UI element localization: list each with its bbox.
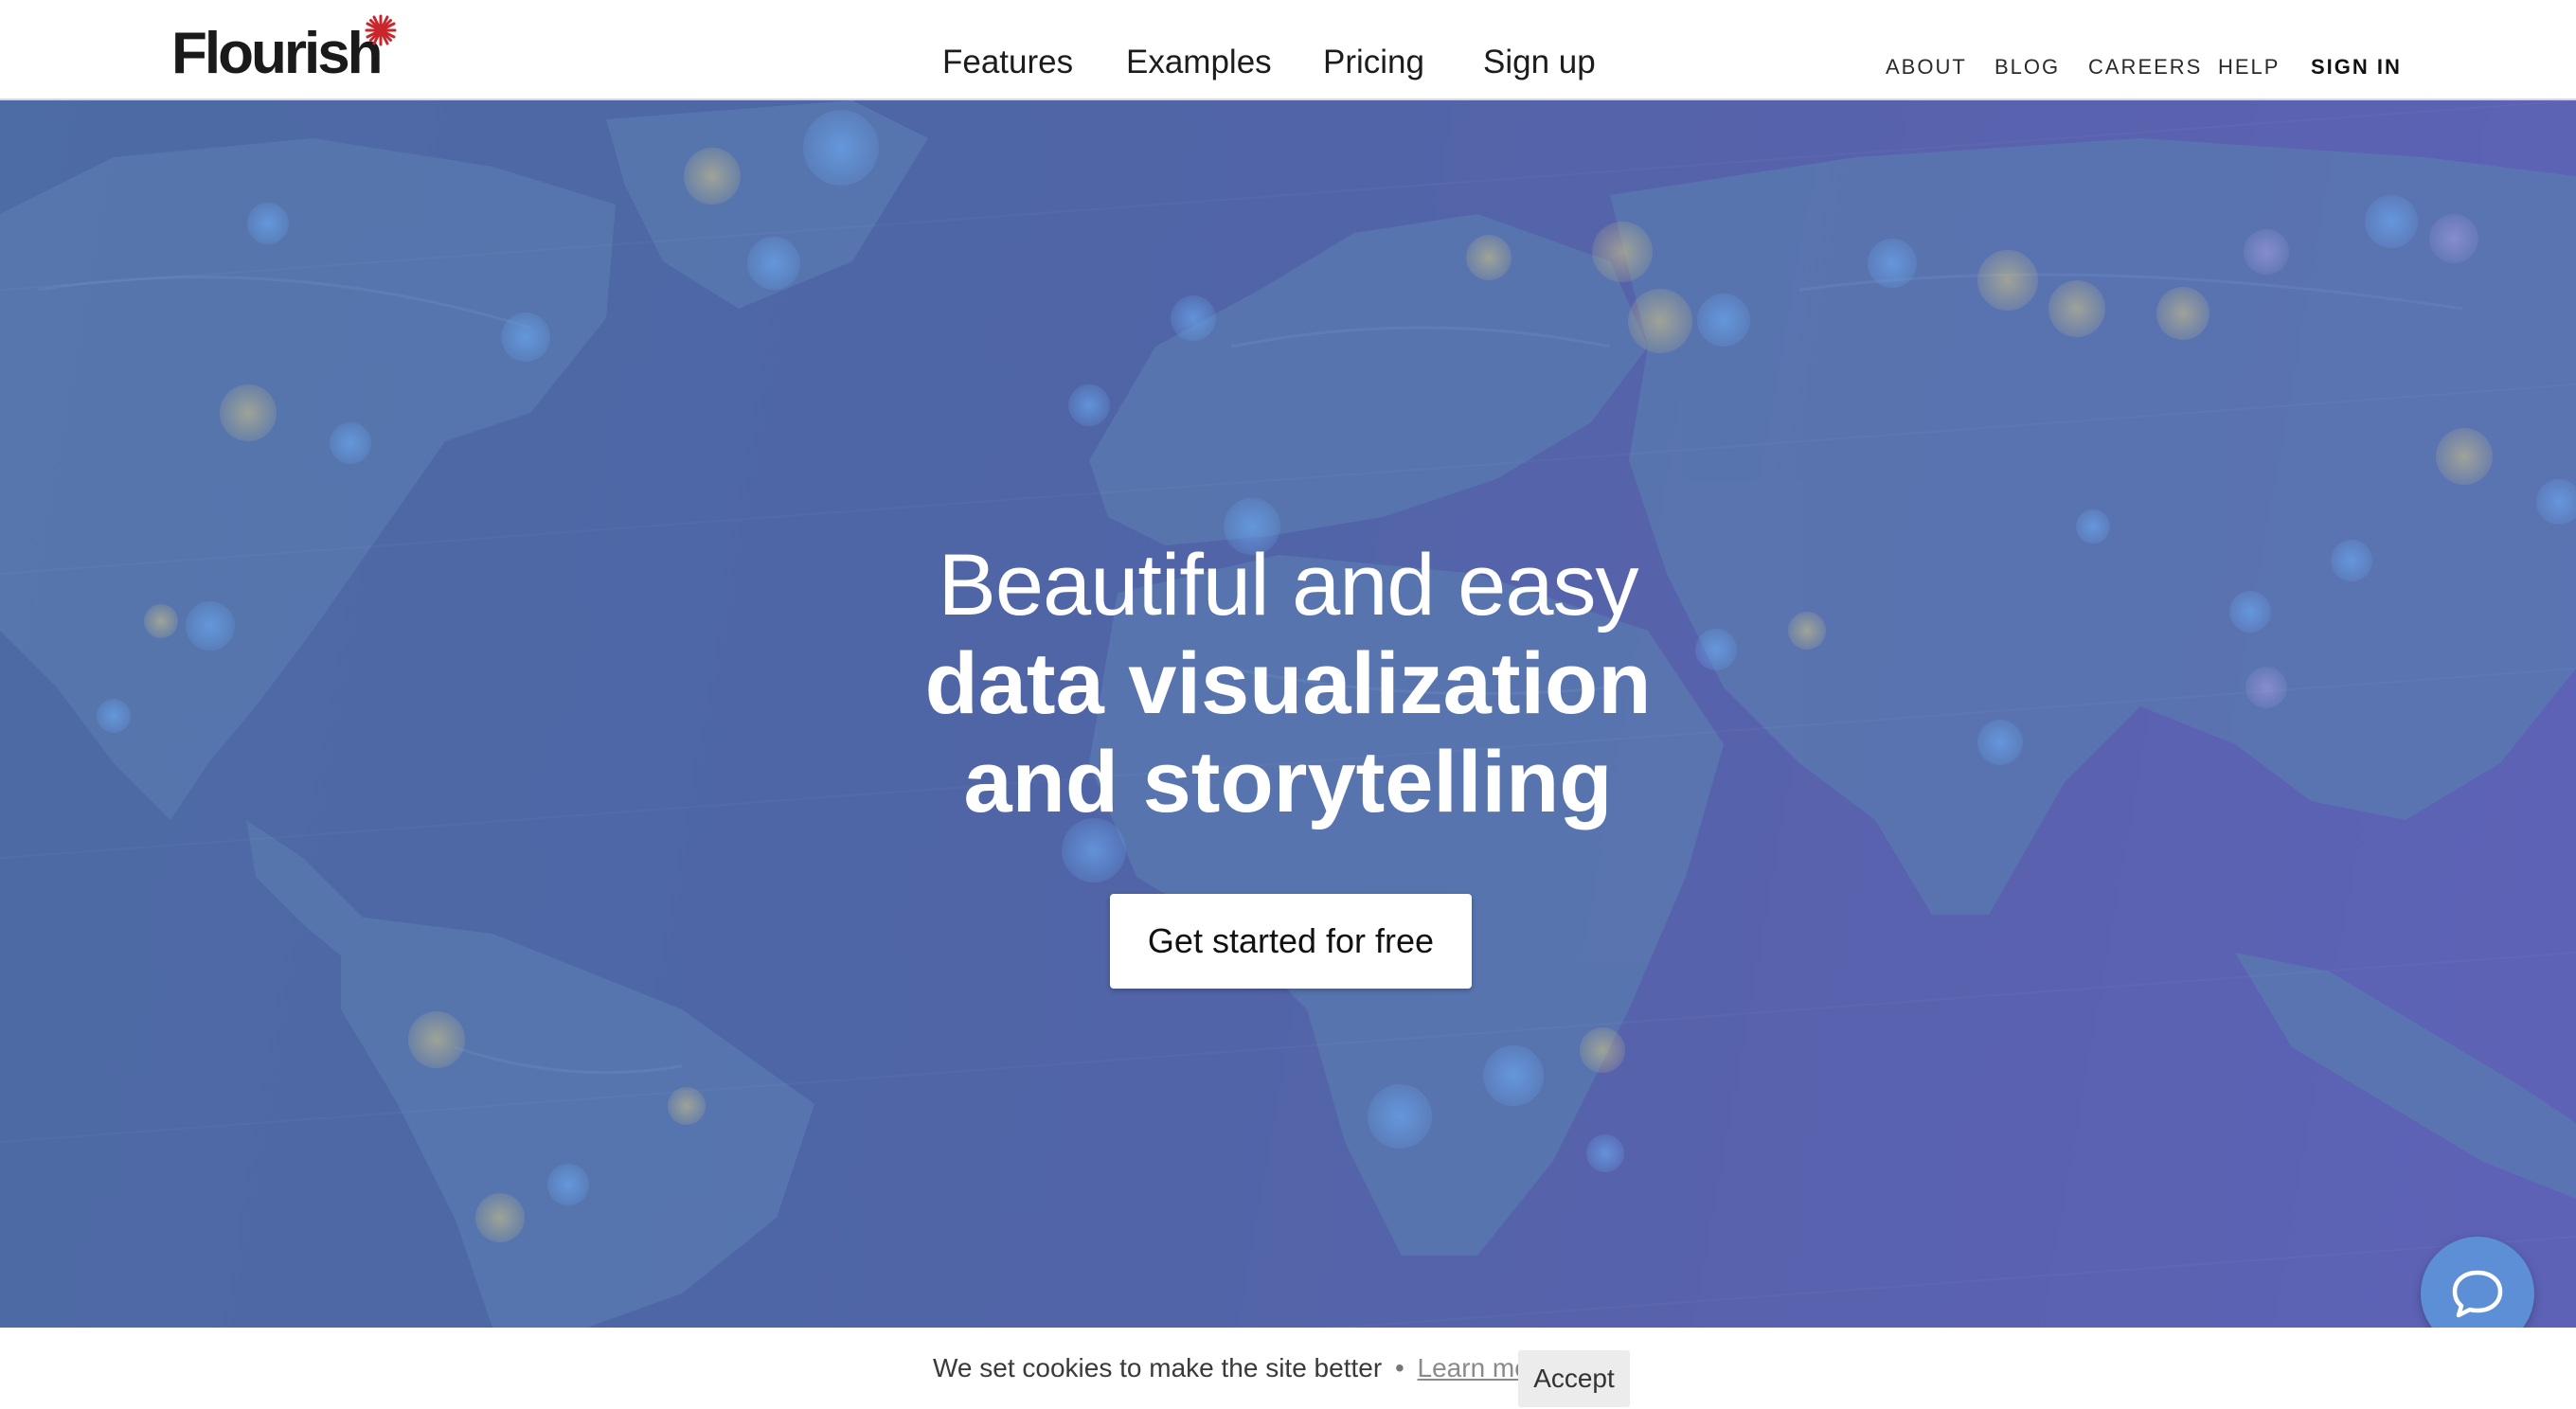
nav-help-link[interactable]: HELP — [2218, 53, 2280, 81]
nav-signin-link[interactable]: SIGN IN — [2311, 53, 2402, 81]
nav-signup-link[interactable]: Sign up — [1483, 34, 1596, 91]
hero-headline: Beautiful and easy data visualization an… — [0, 536, 2576, 831]
hero-headline-line1: Beautiful and easy — [938, 537, 1639, 633]
chat-bubble-icon — [2452, 1270, 2503, 1318]
nav-pricing-link[interactable]: Pricing — [1323, 34, 1424, 91]
accept-cookies-button[interactable]: Accept — [1518, 1350, 1630, 1407]
hero-section: Beautiful and easy data visualization an… — [0, 100, 2576, 1328]
site-header: Flourish Features Examples Pricing Sign … — [0, 0, 2576, 100]
cookie-message-text: We set cookies to make the site better — [933, 1353, 1383, 1382]
nav-blog-link[interactable]: BLOG — [1995, 53, 2060, 81]
get-started-button[interactable]: Get started for free — [1110, 894, 1472, 989]
nav-examples-link[interactable]: Examples — [1126, 34, 1272, 91]
nav-careers-link[interactable]: CAREERS — [2088, 53, 2202, 81]
nav-features-link[interactable]: Features — [942, 34, 1073, 91]
cookie-separator: • — [1394, 1353, 1404, 1382]
nav-about-link[interactable]: ABOUT — [1886, 53, 1967, 81]
cookie-banner: We set cookies to make the site better •… — [0, 1328, 2576, 1409]
hero-headline-line2: data visualization — [924, 635, 1652, 732]
hero-headline-line3: and storytelling — [963, 734, 1613, 830]
cookie-message: We set cookies to make the site better •… — [933, 1328, 1553, 1409]
